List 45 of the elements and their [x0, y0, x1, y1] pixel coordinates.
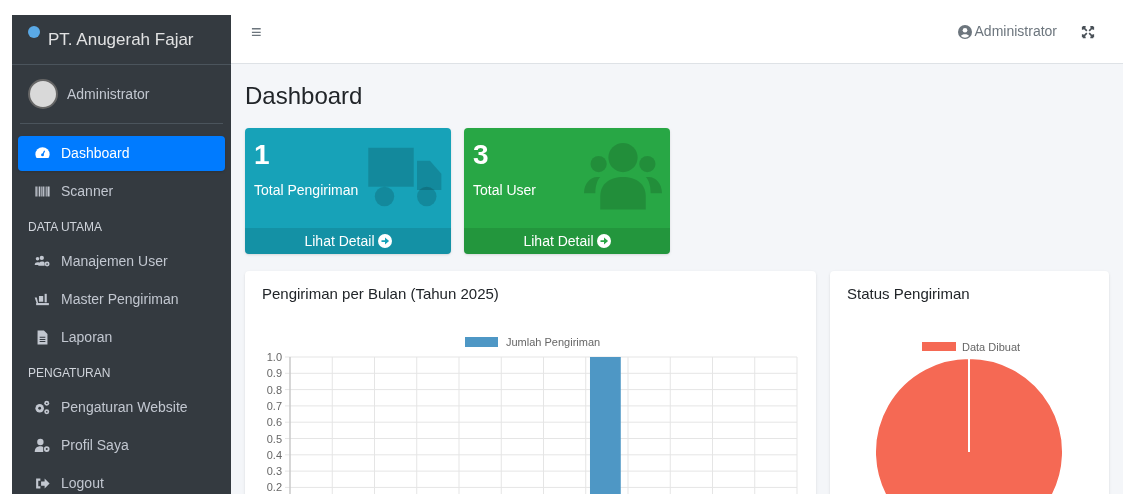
user-name[interactable]: Administrator: [67, 83, 150, 105]
legend-swatch: [922, 342, 956, 351]
legend-swatch: [465, 337, 498, 347]
logo-icon: [28, 25, 40, 38]
stat-value: 1: [254, 140, 271, 171]
user-gear-icon: [34, 437, 51, 454]
avatar: [28, 79, 58, 109]
nav-link[interactable]: Scanner: [18, 174, 225, 209]
axis-tick-label: 0.2: [266, 481, 282, 494]
nav-link[interactable]: Profil Saya: [18, 428, 225, 463]
axis-tick-label: 0.4: [266, 448, 282, 461]
hand-truck-icon: [34, 291, 51, 308]
page-title: Dashboard: [245, 81, 364, 111]
chart-title: Pengiriman per Bulan (Tahun 2025): [261, 284, 500, 304]
axis-tick-label: 0.3: [266, 465, 282, 478]
nav-section-header: PENGATURAN: [27, 364, 112, 382]
brand-name[interactable]: PT. Anugerah Fajar: [48, 26, 194, 53]
nav-link[interactable]: Pengaturan Website: [18, 390, 225, 425]
fullscreen-icon: [1081, 24, 1095, 39]
arrow-circle-icon: [596, 234, 611, 248]
axis-tick-label: 0.6: [266, 416, 282, 429]
menu-button[interactable]: ≡: [251, 22, 262, 41]
chart-title: Status Pengiriman: [846, 284, 971, 304]
nav-link[interactable]: Manajemen User: [18, 244, 225, 279]
axis-tick-label: 0.9: [266, 367, 282, 380]
stat-label: Total User: [473, 180, 538, 200]
legend-label: Jumlah Pengiriman: [506, 336, 601, 348]
gears-icon: [34, 399, 51, 416]
nav-link[interactable]: Logout: [18, 466, 225, 494]
detail-link[interactable]: Lihat Detail: [464, 228, 670, 254]
nav-section-header: DATA UTAMA: [27, 218, 103, 236]
axis-tick-label: 1.0: [266, 351, 282, 363]
axis-tick-label: 0.5: [266, 432, 282, 445]
nav-link[interactable]: Master Pengiriman: [18, 282, 225, 317]
legend-label: Data Dibuat: [962, 341, 1021, 353]
stat-label: Total Pengiriman: [254, 180, 360, 200]
nav-link[interactable]: Dashboard: [18, 136, 225, 171]
user-circle-icon: [957, 24, 972, 39]
nav-link[interactable]: Laporan: [18, 320, 225, 355]
arrow-circle-icon: [377, 234, 392, 248]
detail-link[interactable]: Lihat Detail: [245, 228, 451, 254]
stat-value: 3: [473, 140, 490, 171]
user-menu-button[interactable]: Administrator: [957, 21, 1057, 42]
axis-tick-label: 0.8: [266, 383, 282, 396]
axis-tick-label: 0.7: [266, 399, 282, 412]
